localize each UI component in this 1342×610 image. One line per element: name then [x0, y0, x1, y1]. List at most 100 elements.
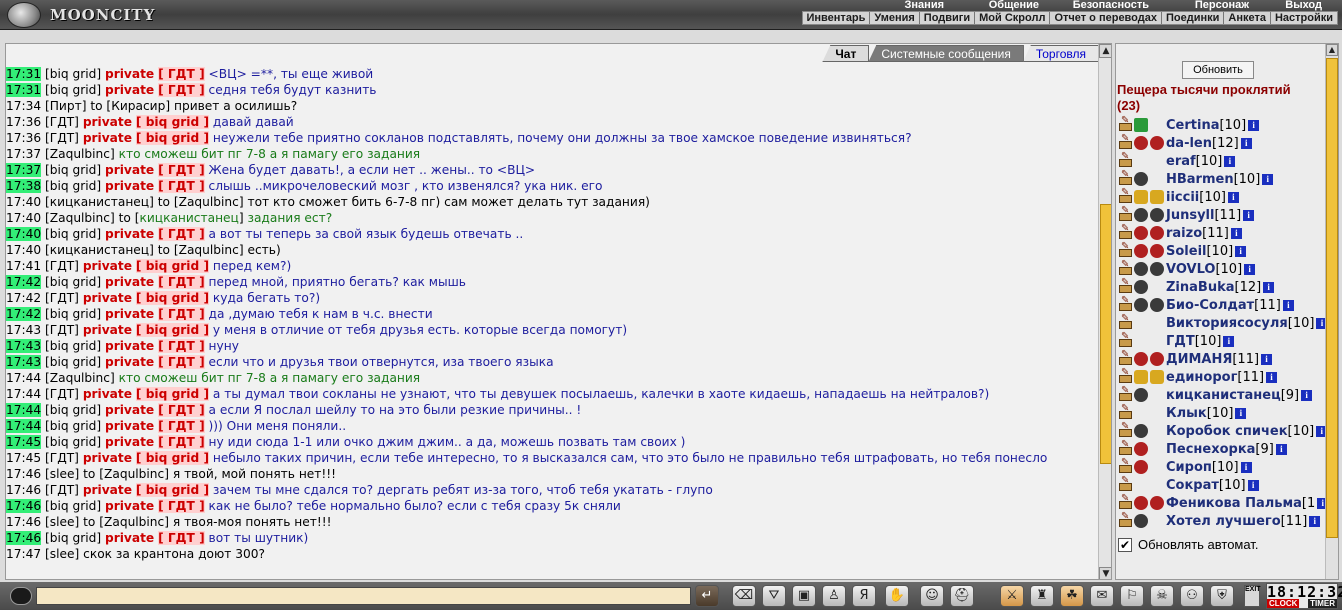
message-author[interactable]: biq grid [50, 499, 97, 513]
private-message-icon[interactable] [1118, 277, 1132, 294]
submenu-skills[interactable]: Умения [869, 12, 918, 24]
message-recipient[interactable]: [ biq grid ] [135, 131, 210, 145]
recipient-name[interactable]: Кирасир [111, 99, 165, 113]
user-list-item[interactable]: Феникова Пальма[1i [1118, 493, 1338, 512]
user-info-icon[interactable]: i [1227, 191, 1239, 203]
user-name[interactable]: da-len [1166, 136, 1212, 151]
message-time[interactable]: 17:36 [6, 131, 41, 145]
tab-chat[interactable]: Чат [822, 45, 870, 62]
user-name[interactable]: Клык [1166, 406, 1207, 421]
walk-icon[interactable]: ♙ [822, 585, 846, 607]
menu-item-knowledge[interactable]: Знания [892, 0, 952, 11]
message-time[interactable]: 17:37 [6, 163, 42, 177]
message-time[interactable]: 17:31 [6, 67, 42, 81]
message-recipient[interactable]: [ ГДТ ] [158, 163, 205, 177]
tab-system-messages[interactable]: Системные сообщения [868, 45, 1024, 62]
user-info-icon[interactable]: i [1263, 281, 1275, 293]
scroll-up-icon[interactable]: ▲ [1099, 44, 1111, 58]
message-author[interactable]: Zaqulbinc [50, 371, 110, 385]
user-list-item[interactable]: ДИМАНЯ[11]i [1118, 349, 1338, 368]
alignment-icon[interactable] [1134, 244, 1148, 258]
bag-icon[interactable]: ♜ [1030, 585, 1054, 607]
clan-icon[interactable] [1150, 496, 1164, 510]
user-list-item[interactable]: Сократ[10]i [1118, 475, 1338, 494]
user-list-item[interactable]: raizo[11]i [1118, 223, 1338, 242]
auto-refresh-checkbox[interactable]: ✔ [1118, 537, 1132, 552]
private-message-icon[interactable] [1118, 115, 1132, 132]
message-time[interactable]: 17:34 [6, 99, 41, 113]
message-time[interactable]: 17:42 [6, 307, 42, 321]
message-recipient[interactable]: [ biq grid ] [135, 291, 210, 305]
message-author[interactable]: slee [50, 467, 75, 481]
message-time[interactable]: 17:45 [6, 435, 42, 449]
recipient-name[interactable]: кицканистанец [140, 211, 239, 225]
user-name[interactable]: Био-Солдат [1166, 298, 1254, 313]
message-time[interactable]: 17:46 [6, 531, 42, 545]
user-info-icon[interactable]: i [1224, 155, 1236, 167]
message-author[interactable]: ГДТ [50, 323, 74, 337]
message-author[interactable]: ГДТ [50, 483, 74, 497]
private-message-icon[interactable] [1118, 133, 1132, 150]
user-info-icon[interactable]: i [1243, 209, 1255, 221]
user-name[interactable]: Феникова Пальма [1166, 496, 1302, 511]
private-message-icon[interactable] [1118, 421, 1132, 438]
menu-item-exit[interactable]: Выход [1257, 0, 1342, 11]
alignment-icon[interactable] [1134, 370, 1148, 384]
user-list-item[interactable]: Soleil[10]i [1118, 241, 1338, 260]
private-message-icon[interactable] [1118, 205, 1132, 222]
user-list-item[interactable]: Коробок спичек[10]i [1118, 421, 1338, 440]
user-list-item[interactable]: iiccii[10]i [1118, 187, 1338, 206]
user-name[interactable]: Junsyll [1166, 208, 1214, 223]
scroll-up-icon[interactable]: ▲ [1326, 44, 1338, 56]
alignment-icon[interactable] [1134, 280, 1148, 294]
submenu-settings[interactable]: Настройки [1269, 12, 1337, 24]
user-list-item[interactable]: Песнехорка[9]i [1118, 439, 1338, 458]
message-time[interactable]: 17:44 [6, 419, 42, 433]
recipient-name[interactable]: Zaqulbinc [179, 243, 239, 257]
user-name[interactable]: Хотел лучшего [1166, 514, 1281, 529]
user-info-icon[interactable]: i [1240, 461, 1252, 473]
clan-icon[interactable] [1150, 244, 1164, 258]
alignment-icon[interactable] [1134, 262, 1148, 276]
message-author[interactable]: biq grid [50, 355, 97, 369]
scroll-icon[interactable]: ✉ [1090, 585, 1114, 607]
private-message-icon[interactable] [1118, 295, 1132, 312]
message-author[interactable]: кицканистанец [50, 243, 149, 257]
user-list-item[interactable]: Хотел лучшего[11]i [1118, 511, 1338, 530]
message-time[interactable]: 17:31 [6, 83, 42, 97]
message-author[interactable]: biq grid [50, 531, 97, 545]
user-info-icon[interactable]: i [1266, 371, 1278, 383]
auto-refresh[interactable]: ✔ Обновлять автомат. [1118, 537, 1258, 552]
message-time[interactable]: 17:44 [6, 403, 42, 417]
clan-icon[interactable] [1150, 136, 1164, 150]
message-recipient[interactable]: [ biq grid ] [135, 323, 210, 337]
user-name[interactable]: единорог [1166, 370, 1237, 385]
message-time[interactable]: 17:38 [6, 179, 42, 193]
message-time[interactable]: 17:41 [6, 259, 41, 273]
clear-icon[interactable]: ⌫ [732, 585, 756, 607]
submenu-inventory[interactable]: Инвентарь [803, 12, 870, 24]
user-list-item[interactable]: кицканистанец[9]i [1118, 385, 1338, 404]
submenu-profile[interactable]: Анкета [1223, 12, 1270, 24]
alignment-icon[interactable] [1134, 208, 1148, 222]
clan-icon[interactable] [1150, 262, 1164, 276]
user-list-item[interactable]: Био-Солдат[11]i [1118, 295, 1338, 314]
message-time[interactable]: 17:36 [6, 115, 41, 129]
user-name[interactable]: VOVLO [1166, 262, 1215, 277]
user-name[interactable]: Certina [1166, 118, 1219, 133]
user-info-icon[interactable]: i [1244, 263, 1256, 275]
chat-scrollbar[interactable]: ▲ ▼ [1098, 44, 1111, 579]
exit-button[interactable]: EXIT [1244, 585, 1261, 607]
user-name[interactable]: Soleil [1166, 244, 1206, 259]
user-info-icon[interactable]: i [1235, 245, 1247, 257]
alignment-icon[interactable] [1134, 352, 1148, 366]
scroll-thumb[interactable] [1100, 204, 1111, 464]
user-name[interactable]: Сократ [1166, 478, 1219, 493]
message-time[interactable]: 17:47 [6, 547, 41, 561]
message-author[interactable]: Пирт [50, 99, 82, 113]
submenu-transfer-report[interactable]: Отчет о переводах [1049, 12, 1161, 24]
friends-icon[interactable]: ☘ [1060, 585, 1084, 607]
skull-icon[interactable]: ☠ [1150, 585, 1174, 607]
map-icon[interactable]: ⚐ [1120, 585, 1144, 607]
user-list-item[interactable]: ZinaBuka[12]i [1118, 277, 1338, 296]
